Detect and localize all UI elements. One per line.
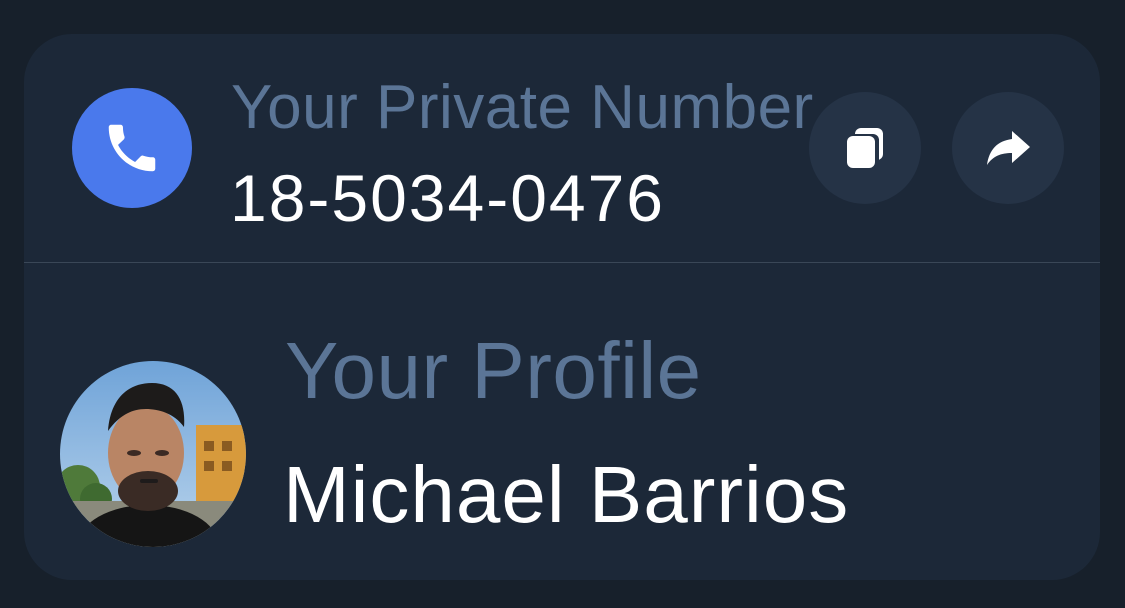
share-button[interactable] [952,92,1064,204]
copy-icon [847,128,883,168]
account-info-card: Your Private Number 18-5034-0476 Your Pr… [24,34,1100,580]
private-number-row: Your Private Number 18-5034-0476 [24,34,1100,262]
copy-button[interactable] [809,92,921,204]
profile-row[interactable]: Your Profile Michael Barrios [24,263,1100,580]
avatar[interactable] [60,361,246,547]
share-arrow-icon [987,131,1030,165]
profile-photo [60,361,246,547]
profile-name: Michael Barrios [283,450,850,539]
private-number-value[interactable]: 18-5034-0476 [230,160,665,236]
profile-label: Your Profile [285,326,702,415]
phone-icon [72,88,192,208]
private-number-label: Your Private Number [231,73,814,142]
